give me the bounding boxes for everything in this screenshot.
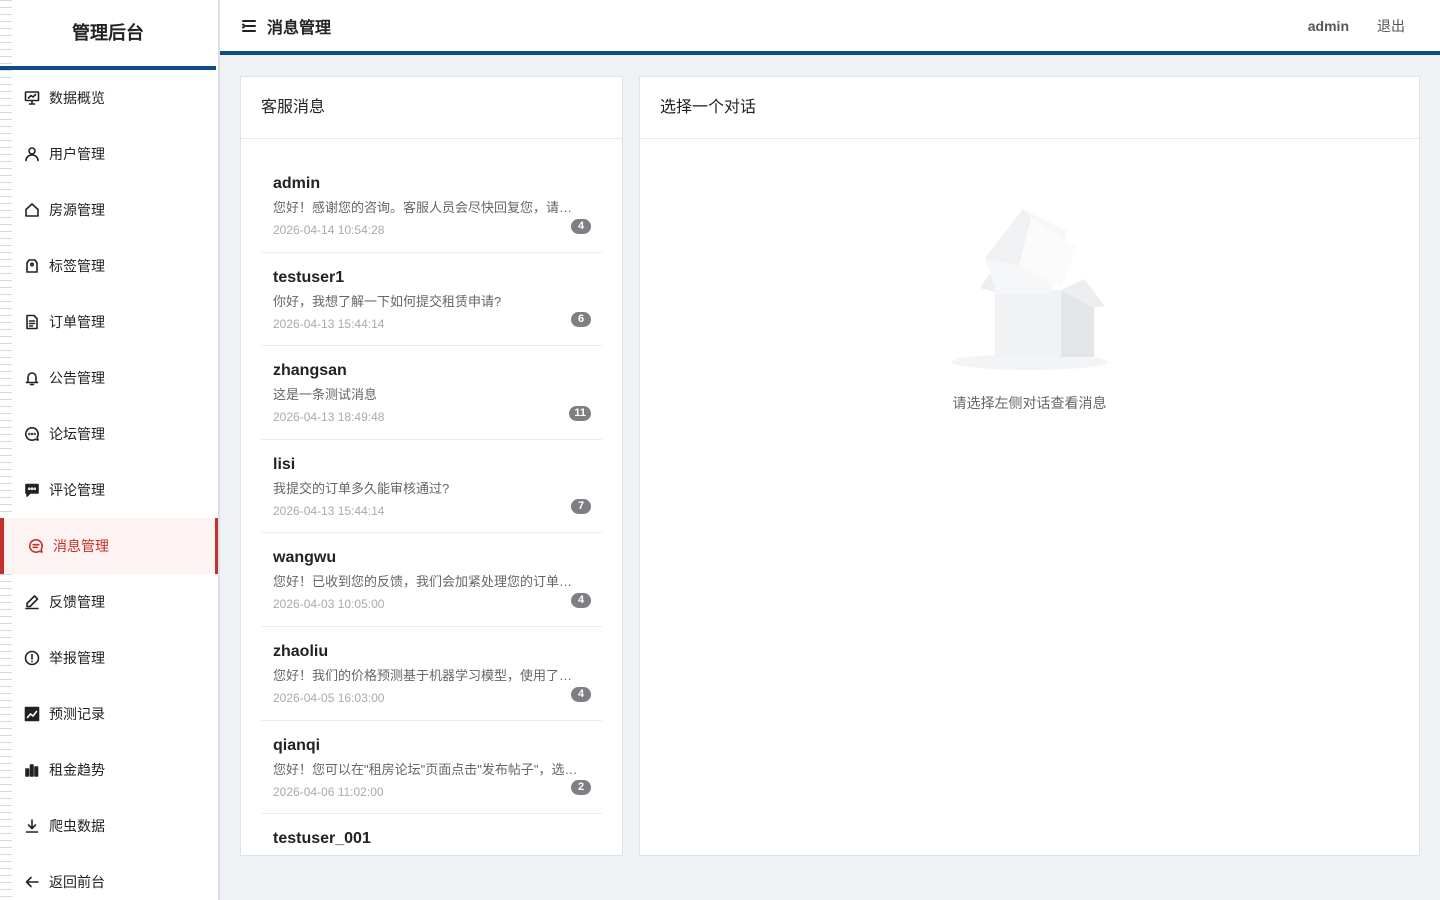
conversation-item[interactable]: zhaoliu 您好！我们的价格预测基于机器学习模型，使用了大量数据。 2026-0…: [261, 627, 602, 721]
sidebar-nav: 数据概览 用户管理 房源管理 标签管理 订单管理 公告管理 论坛管理 评论管理 …: [0, 70, 218, 900]
empty-box-icon: [951, 209, 1108, 370]
sidebar-item-crawler[interactable]: 爬虫数据: [0, 798, 218, 854]
sidebar-item-tags[interactable]: 标签管理: [0, 238, 218, 294]
conversation-preview: 您好！感谢您的咨询。客服人员会尽快回复您，请耐心等待。: [273, 200, 590, 215]
sidebar-item-label: 标签管理: [49, 258, 105, 274]
conversation-preview: 您好！您可以在"租房论坛"页面点击"发布帖子"，选择分类。: [273, 761, 590, 777]
conversation-time: 2026-04-03 10:05:00: [273, 597, 385, 612]
sidebar-item-label: 公告管理: [49, 370, 105, 386]
conversation-name: zhaoliu: [273, 642, 329, 660]
unread-count-badge: 4: [571, 218, 591, 234]
user-icon: [24, 146, 40, 162]
edit-pen-icon: [24, 594, 40, 610]
document-icon: [24, 314, 40, 330]
sidebar-item-label: 消息管理: [53, 538, 109, 554]
sidebar-item-label: 用户管理: [49, 146, 105, 162]
unread-count-badge: 6: [571, 312, 591, 328]
conversation-name: qianqi: [273, 736, 321, 754]
sidebar-item-rent-trend[interactable]: 租金趋势: [0, 742, 218, 798]
message-icon: [28, 538, 44, 554]
empty-state: 请选择左侧对话查看消息: [640, 207, 1419, 413]
sidebar-item-feedback[interactable]: 反馈管理: [0, 574, 218, 630]
conversation-name: lisi: [273, 455, 296, 473]
presentation-icon: [24, 90, 40, 106]
sidebar-item-back[interactable]: 返回前台: [0, 854, 218, 900]
conversation-list[interactable]: admin 您好！感谢您的咨询。客服人员会尽快回复您，请耐心等待。 2026-04-…: [241, 139, 622, 855]
download-icon: [24, 818, 40, 834]
header-actions: admin 退出: [1308, 16, 1420, 36]
conversation-list-title: 客服消息: [241, 77, 622, 139]
conversation-time: 2026-04-14 10:54:28: [273, 223, 385, 237]
sidebar-item-comments[interactable]: 评论管理: [0, 462, 218, 518]
sidebar-item-label: 预测记录: [49, 706, 105, 722]
sidebar-item-label: 反馈管理: [49, 594, 105, 610]
sidebar-item-notices[interactable]: 公告管理: [0, 350, 218, 406]
logout-button[interactable]: 退出: [1377, 16, 1405, 36]
conversation-item[interactable]: admin 您好！感谢您的咨询。客服人员会尽快回复您，请耐心等待。 2026-04-…: [261, 159, 602, 253]
conversation-time: 2026-04-13 15:44:14: [273, 503, 385, 518]
page-title: 消息管理: [267, 19, 332, 37]
conversation-preview: 这是一条测试消息: [273, 387, 378, 403]
menu-toggle-icon[interactable]: [240, 17, 258, 35]
unread-count-badge: 4: [571, 592, 591, 608]
comment-icon: [24, 482, 40, 498]
sidebar-item-label: 举报管理: [49, 650, 105, 666]
conversation-preview: 我提交的订单多久能审核通过?: [273, 480, 450, 496]
conversation-list-panel: 客服消息 admin 您好！感谢您的咨询。客服人员会尽快回复您，请耐心等待。 202…: [240, 76, 623, 856]
sidebar-item-orders[interactable]: 订单管理: [0, 294, 218, 350]
unread-count-badge: 7: [571, 499, 591, 515]
current-user: admin: [1307, 17, 1349, 34]
sidebar-item-label: 返回前台: [49, 874, 105, 890]
conversation-preview: 您好！已收到您的反馈，我们会加紧处理您的订单申请。: [273, 574, 590, 590]
conversation-name: wangwu: [273, 549, 337, 567]
sidebar-item-label: 论坛管理: [49, 426, 105, 442]
chat-panel: 选择一个对话 请选择左侧对话查看消息: [639, 76, 1420, 856]
conversation-name: testuser_001: [273, 830, 371, 848]
conversation-item[interactable]: lisi 我提交的订单多久能审核通过? 2026-04-13 15:44:14 7: [261, 440, 602, 534]
conversation-item[interactable]: qianqi 您好！您可以在"租房论坛"页面点击"发布帖子"，选择分类。 2026-…: [261, 721, 602, 815]
empty-state-text: 请选择左侧对话查看消息: [952, 395, 1107, 411]
conversation-time: 2026-04-05 16:03:00: [273, 690, 385, 705]
unread-count-badge: 2: [571, 780, 591, 796]
top-header: 消息管理 admin 退出: [220, 0, 1440, 55]
sidebar-item-label: 房源管理: [49, 202, 105, 218]
brand-title: 管理后台: [0, 0, 216, 70]
sidebar-item-label: 租金趋势: [49, 762, 105, 778]
arrow-left-icon: [24, 874, 40, 890]
sidebar: 管理后台 数据概览 用户管理 房源管理 标签管理 订单管理 公告管理 论坛管理 …: [0, 0, 220, 900]
conversation-time: 2026-04-06 11:02:00: [273, 784, 384, 799]
sidebar-item-label: 数据概览: [49, 90, 105, 106]
sidebar-item-label: 爬虫数据: [49, 818, 105, 834]
unread-count-badge: 11: [569, 405, 591, 421]
sidebar-item-houses[interactable]: 房源管理: [0, 182, 218, 238]
trend-chart-icon: [24, 706, 40, 722]
sidebar-item-forum[interactable]: 论坛管理: [0, 406, 218, 462]
bar-chart-icon: [24, 762, 40, 778]
conversation-name: testuser1: [273, 268, 345, 286]
sidebar-item-reports[interactable]: 举报管理: [0, 630, 218, 686]
unread-count-badge: 4: [571, 686, 591, 702]
conversation-time: 2026-04-13 18:49:48: [273, 410, 385, 425]
chat-dots-icon: [24, 426, 40, 442]
conversation-item[interactable]: testuser_001: [261, 814, 602, 855]
conversation-item[interactable]: testuser1 你好，我想了解一下如何提交租赁申请? 2026-04-13 15…: [261, 253, 602, 347]
conversation-preview: 您好！我们的价格预测基于机器学习模型，使用了大量数据。: [273, 667, 590, 683]
sidebar-item-dashboard[interactable]: 数据概览: [0, 70, 218, 126]
conversation-name: zhangsan: [273, 362, 347, 380]
sidebar-item-users[interactable]: 用户管理: [0, 126, 218, 182]
conversation-item[interactable]: zhangsan 这是一条测试消息 2026-04-13 18:49:48 11: [261, 346, 602, 440]
conversation-preview: 你好，我想了解一下如何提交租赁申请?: [273, 293, 502, 309]
conversation-item[interactable]: wangwu 您好！已收到您的反馈，我们会加紧处理您的订单申请。 2026-04-0…: [261, 533, 602, 627]
sidebar-item-messages[interactable]: 消息管理: [0, 518, 218, 574]
sidebar-item-label: 评论管理: [49, 482, 105, 498]
warning-circle-icon: [24, 650, 40, 666]
chat-panel-title: 选择一个对话: [640, 77, 1419, 139]
sidebar-item-label: 订单管理: [49, 314, 105, 330]
conversation-name: admin: [273, 175, 321, 192]
home-icon: [24, 202, 40, 218]
conversation-time: 2026-04-13 15:44:14: [273, 316, 385, 331]
bell-icon: [24, 370, 40, 386]
sidebar-item-predictions[interactable]: 预测记录: [0, 686, 218, 742]
tag-icon: [24, 258, 40, 274]
